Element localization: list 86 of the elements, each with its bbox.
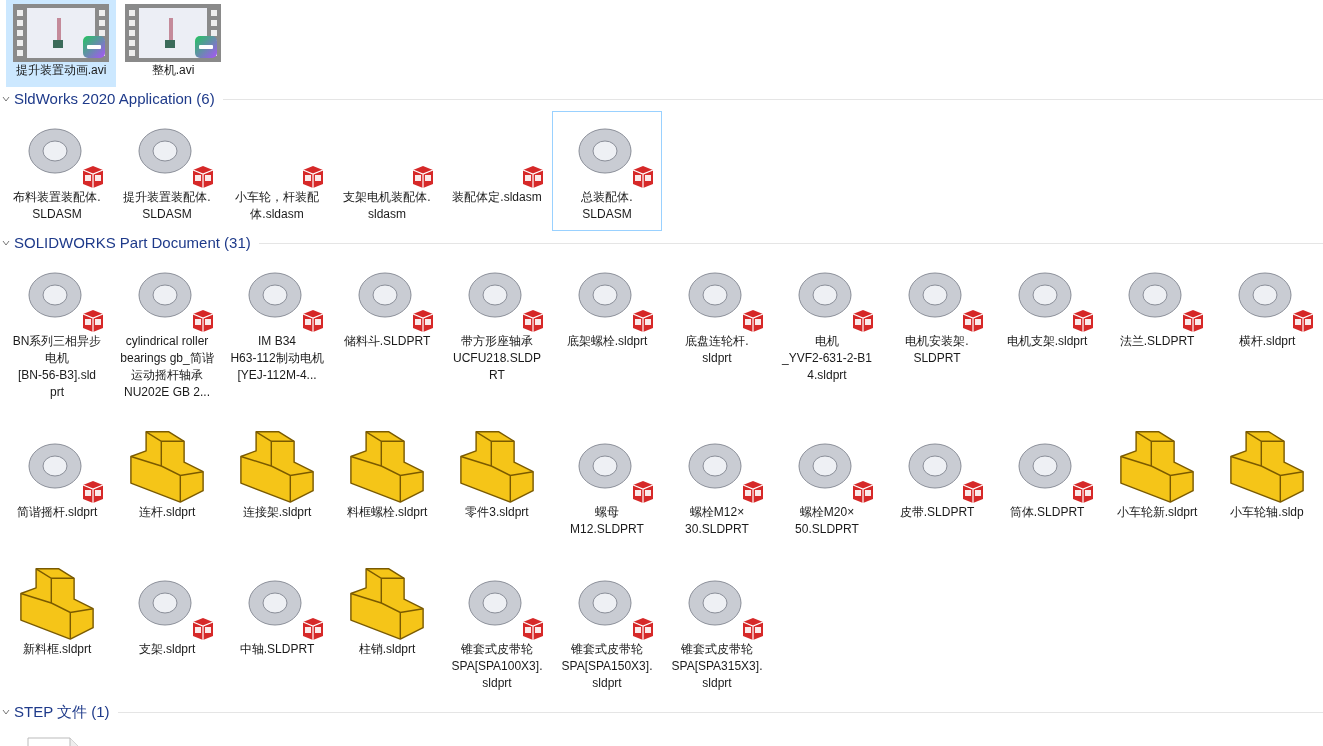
app-badge-icon bbox=[741, 309, 765, 333]
part-icon bbox=[1227, 428, 1307, 504]
chevron-icon[interactable] bbox=[2, 708, 10, 716]
app-badge-icon bbox=[301, 617, 325, 641]
app-badge-icon bbox=[631, 617, 655, 641]
app-badge-icon bbox=[1071, 309, 1095, 333]
part-icon bbox=[1117, 428, 1197, 504]
part-icon bbox=[127, 428, 207, 504]
file-name: 小车轮新.sldprt bbox=[1115, 504, 1199, 521]
file-name: BN系列三相异步电机 [BN-56-B3].sld prt bbox=[11, 333, 103, 401]
app-badge-icon bbox=[1181, 309, 1205, 333]
file-name: 简谐摇杆.sldprt bbox=[15, 504, 99, 521]
app-badge-icon bbox=[81, 480, 105, 504]
file-name: 皮带.SLDPRT bbox=[898, 504, 976, 521]
part-icon bbox=[347, 565, 427, 641]
app-badge-icon bbox=[521, 165, 545, 189]
file-name: 新料框.sldprt bbox=[21, 641, 93, 658]
file-name: IM B34 H63-112制动电机 [YEJ-112M-4... bbox=[229, 333, 325, 384]
file-name: 料框螺栓.sldprt bbox=[345, 504, 429, 521]
app-badge-icon bbox=[961, 309, 985, 333]
file-name: 电机 _YVF2-631-2-B1 4.sldprt bbox=[780, 333, 873, 384]
file-name: 中轴.SLDPRT bbox=[238, 641, 316, 658]
app-badge-icon bbox=[191, 165, 215, 189]
file-name: 底架螺栓.sldprt bbox=[565, 333, 649, 350]
app-badge-icon bbox=[741, 480, 765, 504]
chevron-icon[interactable] bbox=[2, 95, 10, 103]
file-name: 锥套式皮带轮 SPA[SPA100X3]. sldprt bbox=[450, 641, 544, 692]
app-badge-icon bbox=[961, 480, 985, 504]
file-name: 支架电机装配体. sldasm bbox=[342, 189, 432, 223]
app-badge-icon bbox=[1291, 309, 1315, 333]
file-name: 总装配体. SLDASM bbox=[580, 189, 634, 223]
app-badge-icon bbox=[81, 165, 105, 189]
file-name: 柱销.sldprt bbox=[357, 641, 417, 658]
file-name: 电机支架.sldprt bbox=[1005, 333, 1089, 350]
file-name: 螺栓M12× 30.SLDPRT bbox=[684, 504, 750, 538]
file-name: 锥套式皮带轮 SPA[SPA150X3]. sldprt bbox=[560, 641, 654, 692]
app-badge-icon bbox=[301, 309, 325, 333]
file-name: 储料斗.SLDPRT bbox=[342, 333, 432, 350]
file-name: cylindrical roller bearings gb_简谐运动摇杆轴承 NU202E GB 2... bbox=[119, 333, 215, 401]
part-icon bbox=[17, 565, 97, 641]
chevron-icon[interactable] bbox=[2, 239, 10, 247]
app-badge-icon bbox=[411, 309, 435, 333]
app-badge-icon bbox=[191, 617, 215, 641]
app-badge-icon bbox=[1071, 480, 1095, 504]
app-badge-icon bbox=[741, 617, 765, 641]
app-badge-icon bbox=[631, 309, 655, 333]
part-icon bbox=[457, 428, 537, 504]
app-badge-icon bbox=[83, 36, 105, 58]
part-icon bbox=[237, 428, 317, 504]
file-name: 法兰.SLDPRT bbox=[1118, 333, 1196, 350]
file-name: 螺母 M12.SLDPRT bbox=[569, 504, 645, 538]
file-name: 支架.sldprt bbox=[137, 641, 197, 658]
app-badge-icon bbox=[411, 165, 435, 189]
file-name: 零件3.sldprt bbox=[464, 504, 530, 521]
file-item[interactable]: 提升装置动画.avi bbox=[6, 0, 116, 87]
file-name: 锥套式皮带轮 SPA[SPA315X3]. sldprt bbox=[670, 641, 764, 692]
app-badge-icon bbox=[521, 309, 545, 333]
file-name: 整机.avi bbox=[150, 62, 196, 79]
file-name: 连接架.sldprt bbox=[241, 504, 313, 521]
app-badge-icon bbox=[631, 480, 655, 504]
file-name: 装配体定.sldasm bbox=[451, 189, 543, 206]
app-badge-icon bbox=[631, 165, 655, 189]
file-name: 横杆.sldprt bbox=[1237, 333, 1297, 350]
file-name: 提升装置动画.avi bbox=[14, 62, 108, 79]
file-name: 电机安装架. SLDPRT bbox=[904, 333, 970, 367]
file-name: 布料装置装配体. SLDASM bbox=[12, 189, 102, 223]
app-badge-icon bbox=[81, 309, 105, 333]
file-name: 连杆.sldprt bbox=[137, 504, 197, 521]
group-header[interactable]: STEP 文件 (1) bbox=[14, 700, 110, 724]
file-name: 小车轮，杆装配体.sldasm bbox=[234, 189, 320, 223]
app-badge-icon bbox=[301, 165, 325, 189]
file-item[interactable]: 总装配体. SLDASM bbox=[552, 111, 662, 231]
file-name: 提升装置装配体. SLDASM bbox=[122, 189, 212, 223]
app-badge-icon bbox=[851, 480, 875, 504]
app-badge-icon bbox=[851, 309, 875, 333]
group-header[interactable]: SOLIDWORKS Part Document (31) bbox=[14, 231, 251, 255]
file-name: 螺栓M20× 50.SLDPRT bbox=[794, 504, 860, 538]
file-name: 筒体.SLDPRT bbox=[1008, 504, 1086, 521]
file-name: 底盘连轮杆. sldprt bbox=[684, 333, 750, 367]
group-header[interactable]: SldWorks 2020 Application (6) bbox=[14, 87, 215, 111]
app-badge-icon bbox=[521, 617, 545, 641]
file-name: 小车轮轴.sldp bbox=[1229, 504, 1305, 521]
file-name: 带方形座轴承 UCFU218.SLDP RT bbox=[452, 333, 542, 384]
app-badge-icon bbox=[191, 309, 215, 333]
part-icon bbox=[347, 428, 427, 504]
app-badge-icon bbox=[195, 36, 217, 58]
